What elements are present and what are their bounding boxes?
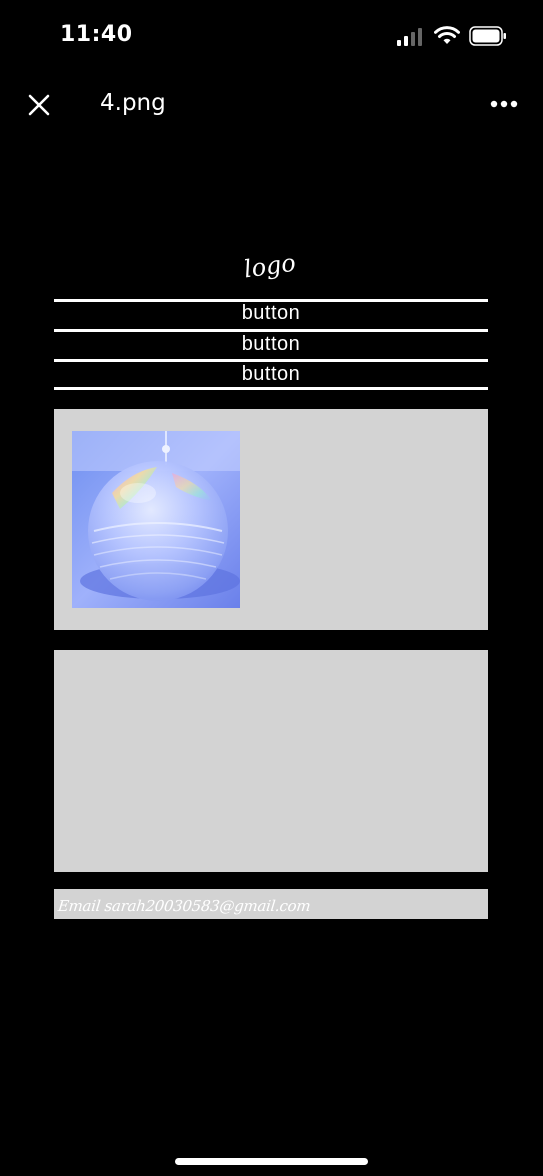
status-bar: 11:40 [0, 0, 543, 70]
cellular-signal-icon [397, 28, 422, 46]
bubble-photo [72, 431, 240, 608]
nav-button-1[interactable]: button [54, 300, 488, 327]
nav-button-3[interactable]: button [54, 361, 488, 388]
battery-icon [469, 26, 506, 46]
status-time: 11:40 [60, 22, 133, 47]
home-indicator[interactable] [175, 1158, 368, 1165]
file-name-title: 4.png [100, 90, 166, 116]
content-panel-bottom [54, 650, 488, 872]
more-icon[interactable] [490, 97, 518, 111]
close-icon[interactable] [26, 92, 52, 118]
footer-email: Email sarah20030583@gmail.com [57, 897, 312, 915]
wifi-icon [434, 26, 460, 44]
site-logo: logo [242, 248, 298, 284]
divider-line [54, 387, 488, 390]
viewer-header [0, 80, 543, 130]
nav-button-2[interactable]: button [54, 331, 488, 358]
